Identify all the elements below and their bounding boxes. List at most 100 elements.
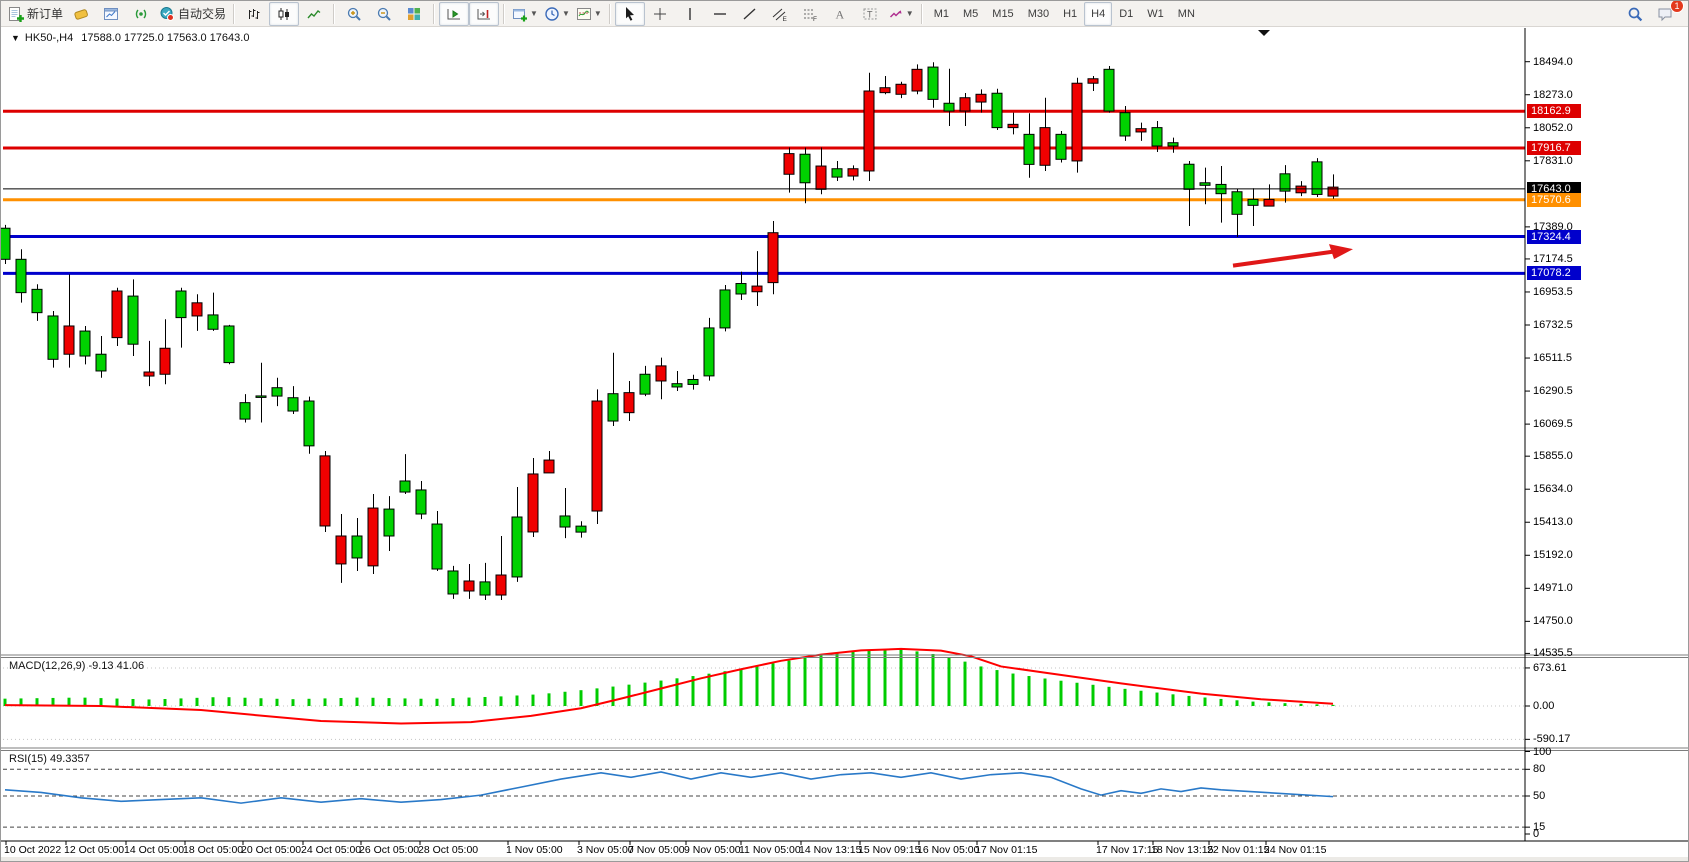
toolbar-button-tile-windows[interactable] — [399, 2, 429, 26]
toolbar-button-templates[interactable]: ▼ — [573, 2, 605, 26]
candle-body — [832, 169, 842, 177]
price-tick-label: 14971.0 — [1533, 582, 1573, 594]
toolbar-button-vertical-line[interactable] — [675, 2, 705, 26]
toolbar-button-notifications[interactable]: 1 — [1650, 2, 1680, 26]
toolbar-button-equidistant-channel[interactable]: E — [765, 2, 795, 26]
price-tick-label: 18052.0 — [1533, 122, 1573, 134]
chart-title: ▼HK50-,H417588.0 17725.0 17563.0 17643.0 — [11, 32, 249, 44]
price-tick-label: 18494.0 — [1533, 56, 1573, 68]
chevron-down-icon[interactable]: ▼ — [11, 33, 20, 43]
macd-histogram-bar — [212, 697, 215, 706]
candle-body — [464, 581, 474, 591]
toolbar-button-period[interactable]: ▼ — [541, 2, 573, 26]
macd-label: MACD(12,26,9) -9.13 41.06 — [9, 660, 144, 672]
candle-body — [512, 517, 522, 577]
price-tick-label: 15855.0 — [1533, 450, 1573, 462]
rsi-label: RSI(15) 49.3357 — [9, 753, 90, 765]
macd-histogram-bar — [1060, 681, 1063, 706]
equidistant-channel-icon: E — [772, 6, 788, 22]
timeframe-M15[interactable]: M15 — [985, 2, 1020, 26]
toolbar-button-zoom-out[interactable] — [369, 2, 399, 26]
macd-tick-label: 673.61 — [1533, 662, 1567, 674]
macd-histogram-bar — [980, 666, 983, 706]
macd-histogram-bar — [1220, 699, 1223, 706]
timeframe-W1[interactable]: W1 — [1140, 2, 1171, 26]
toolbar-button-crosshair[interactable] — [645, 2, 675, 26]
toolbar-button-signal[interactable] — [126, 2, 156, 26]
candle-body — [1008, 124, 1018, 127]
dropdown-arrow-icon[interactable]: ▼ — [906, 9, 914, 18]
toolbar-button-fibonacci[interactable]: F — [795, 2, 825, 26]
macd-histogram-bar — [372, 698, 375, 706]
toolbar-button-auto-scroll[interactable] — [439, 2, 469, 26]
macd-histogram-bar — [100, 698, 103, 706]
toolbar-button-zoom-in[interactable] — [339, 2, 369, 26]
toolbar-button-search[interactable] — [1620, 2, 1650, 26]
macd-histogram-bar — [948, 657, 951, 706]
candle-body — [992, 93, 1002, 127]
timeframe-M5[interactable]: M5 — [956, 2, 985, 26]
arrows-icon — [888, 6, 904, 22]
trading-terminal-window: 新订单 自动交易 ▼ ▼ ▼ EFAT ▼ M1M5M15M30H1H4D1W1MN 1 ▼HK… — [0, 0, 1689, 862]
toolbar-button-trendline[interactable] — [735, 2, 765, 26]
toolbar-button-new-chart[interactable]: ▼ — [509, 2, 541, 26]
macd-histogram-bar — [868, 650, 871, 706]
candle-body — [656, 366, 666, 381]
toolbar-button-ticket[interactable] — [66, 2, 96, 26]
toolbar-separator — [609, 4, 611, 24]
fibonacci-icon: F — [802, 6, 818, 22]
toolbar-button-chart-shift[interactable] — [469, 2, 499, 26]
timeframe-H4[interactable]: H4 — [1084, 2, 1112, 26]
period-icon — [544, 6, 560, 22]
candle-body — [736, 284, 746, 294]
timeframe-H1[interactable]: H1 — [1056, 2, 1084, 26]
macd-histogram-bar — [340, 698, 343, 706]
timeframe-M30[interactable]: M30 — [1021, 2, 1056, 26]
toolbar-button-arrows[interactable]: ▼ — [885, 2, 917, 26]
candle-body — [608, 394, 618, 421]
timeframe-MN[interactable]: MN — [1171, 2, 1202, 26]
level-price-badge: 17570.6 — [1527, 193, 1581, 207]
macd-histogram-bar — [804, 658, 807, 706]
toolbar-button-text[interactable]: A — [825, 2, 855, 26]
macd-histogram-bar — [1332, 705, 1335, 706]
timeframe-D1[interactable]: D1 — [1112, 2, 1140, 26]
toolbar-button-new-order[interactable]: 新订单 — [5, 2, 66, 26]
macd-histogram-bar — [820, 655, 823, 706]
dropdown-arrow-icon[interactable]: ▼ — [562, 9, 570, 18]
toolbar-button-label: 新订单 — [27, 5, 63, 22]
candle-body — [944, 103, 954, 111]
toolbar-button-charts-window[interactable] — [96, 2, 126, 26]
new-chart-icon — [512, 6, 528, 22]
toolbar-button-cursor[interactable] — [615, 2, 645, 26]
toolbar-button-bar-chart[interactable] — [239, 2, 269, 26]
trendline-icon — [742, 6, 758, 22]
time-tick-label: 3 Nov 05:00 — [577, 844, 634, 856]
toolbar-separator — [233, 4, 235, 24]
dropdown-arrow-icon[interactable]: ▼ — [594, 9, 602, 18]
macd-histogram-bar — [484, 697, 487, 706]
toolbar-separator — [503, 4, 505, 24]
toolbar-button-candlestick-chart[interactable] — [269, 2, 299, 26]
toolbar-button-text-label[interactable]: T — [855, 2, 885, 26]
toolbar-button-line-chart[interactable] — [299, 2, 329, 26]
candle-body — [16, 259, 26, 292]
toolbar-button-horizontal-line[interactable] — [705, 2, 735, 26]
candle-body — [1168, 143, 1178, 146]
candle-body — [1232, 192, 1242, 215]
toolbar-button-auto-trading[interactable]: 自动交易 — [156, 2, 229, 26]
macd-histogram-bar — [196, 698, 199, 706]
time-tick-label: 14 Oct 05:00 — [124, 844, 184, 856]
notification-badge: 1 — [1670, 0, 1684, 13]
macd-histogram-bar — [228, 697, 231, 706]
candle-body — [48, 316, 58, 359]
candle-body — [64, 326, 74, 354]
price-tick-label: 18273.0 — [1533, 89, 1573, 101]
macd-histogram-bar — [148, 699, 151, 706]
candle-body — [688, 379, 698, 384]
dropdown-arrow-icon[interactable]: ▼ — [530, 9, 538, 18]
candle-body — [880, 88, 890, 93]
time-tick-label: 1 Nov 05:00 — [506, 844, 563, 856]
candle-body — [320, 456, 330, 526]
timeframe-M1[interactable]: M1 — [927, 2, 956, 26]
